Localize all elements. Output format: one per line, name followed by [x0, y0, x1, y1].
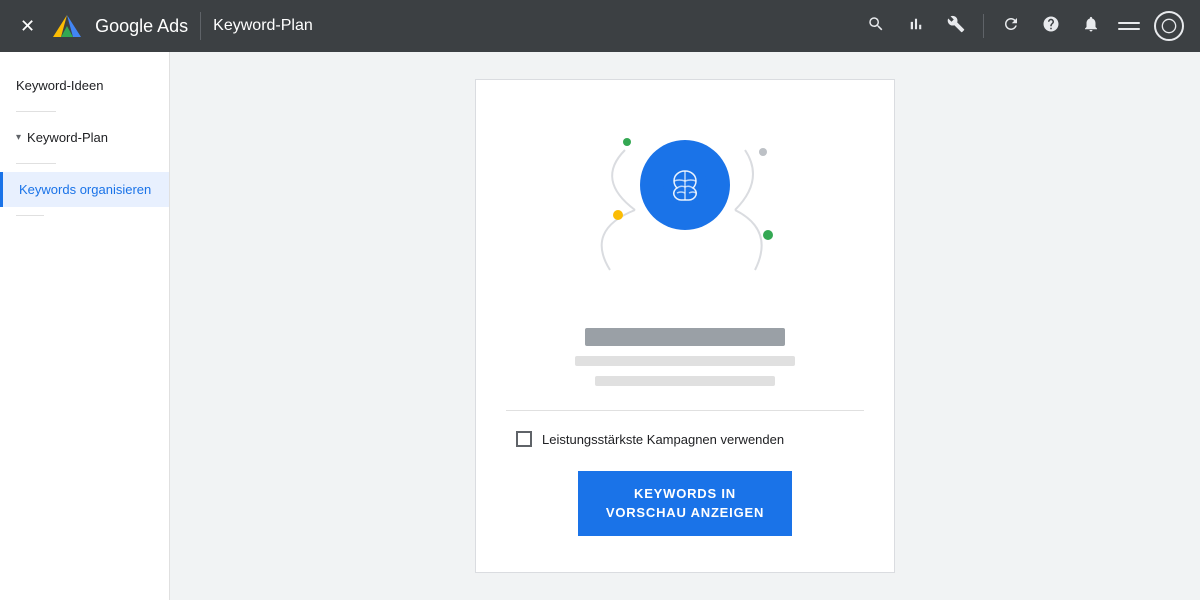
brain-circle	[640, 140, 730, 230]
tool-icon[interactable]	[943, 11, 969, 42]
user-menu-button[interactable]	[1118, 22, 1140, 30]
topbar-divider	[983, 14, 984, 38]
app-title: Google Ads	[95, 16, 188, 37]
sidebar-divider-2	[16, 163, 56, 164]
main-card: Leistungsstärkste Kampagnen verwenden KE…	[475, 79, 895, 572]
chart-icon[interactable]	[903, 11, 929, 42]
text-bars	[506, 328, 864, 386]
sidebar-item-keyword-plan[interactable]: ▾ Keyword-Plan	[0, 120, 169, 155]
topbar-vertical-divider	[200, 12, 201, 40]
google-ads-logo	[51, 10, 83, 42]
topbar-left: ✕ Google Ads Keyword-Plan	[16, 10, 851, 42]
card-divider	[506, 410, 864, 411]
menu-line	[1118, 22, 1140, 24]
close-button[interactable]: ✕	[16, 13, 39, 39]
checkbox-label: Leistungsstärkste Kampagnen verwenden	[542, 432, 784, 447]
content-area: Leistungsstärkste Kampagnen verwenden KE…	[170, 52, 1200, 600]
cta-line2: VORSCHAU ANZEIGEN	[606, 505, 764, 520]
text-bar-sub1	[575, 356, 795, 366]
text-bar-main	[585, 328, 785, 346]
checkbox-row: Leistungsstärkste Kampagnen verwenden	[516, 431, 784, 447]
notification-icon[interactable]	[1078, 11, 1104, 42]
sidebar-item-label: Keyword-Plan	[27, 130, 108, 145]
menu-line	[1118, 28, 1140, 30]
user-avatar[interactable]	[1154, 11, 1184, 41]
topbar: ✕ Google Ads Keyword-Plan	[0, 0, 1200, 52]
best-campaigns-checkbox[interactable]	[516, 431, 532, 447]
sidebar-divider-3	[16, 215, 44, 216]
sidebar-item-keyword-ideen[interactable]: Keyword-Ideen	[0, 68, 169, 103]
cta-line1: KEYWORDS IN	[634, 486, 736, 501]
text-bar-sub2	[595, 376, 775, 386]
sidebar-divider-1	[16, 111, 56, 112]
brain-icon	[659, 159, 711, 211]
cta-button[interactable]: KEYWORDS IN VORSCHAU ANZEIGEN	[578, 471, 792, 535]
sidebar: Keyword-Ideen ▾ Keyword-Plan Keywords or…	[0, 52, 170, 600]
chevron-down-icon: ▾	[16, 132, 21, 143]
main-layout: Keyword-Ideen ▾ Keyword-Plan Keywords or…	[0, 52, 1200, 600]
search-icon[interactable]	[863, 11, 889, 42]
sidebar-item-keywords-organisieren[interactable]: Keywords organisieren	[0, 172, 169, 207]
refresh-icon[interactable]	[998, 11, 1024, 42]
illustration	[555, 120, 815, 300]
help-icon[interactable]	[1038, 11, 1064, 42]
page-title: Keyword-Plan	[213, 17, 313, 35]
topbar-right	[863, 11, 1184, 42]
